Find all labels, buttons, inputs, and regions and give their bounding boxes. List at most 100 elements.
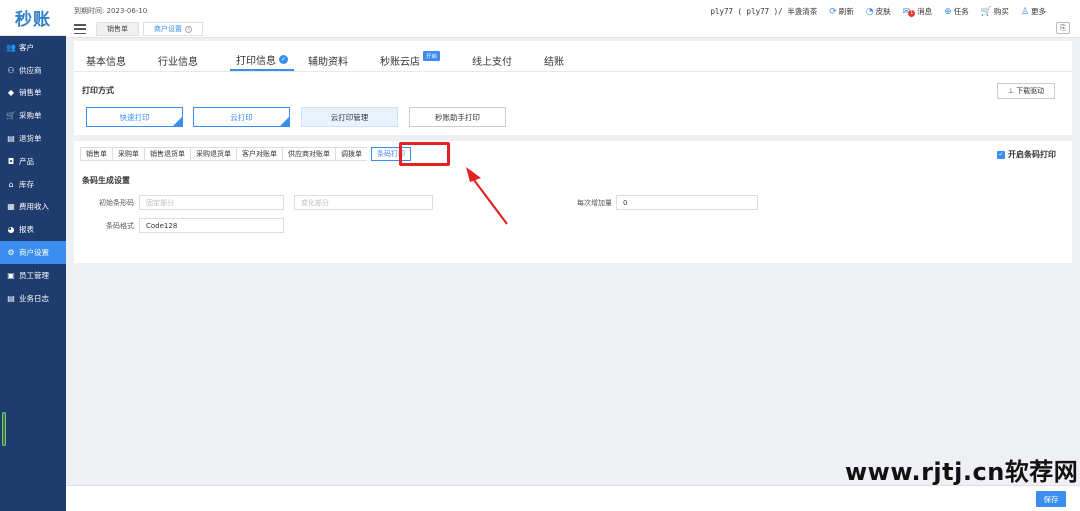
sidebar-item-label: 员工管理 [19, 270, 49, 280]
app-logo[interactable]: 秒账 [0, 0, 66, 36]
sidebar-item-reports[interactable]: ◕ 报表 [0, 218, 66, 241]
sidebar-item-label: 费用收入 [19, 202, 49, 212]
tab-basic-info[interactable]: 基本信息 [86, 49, 140, 71]
fixed-part-input[interactable]: 固定部分 [139, 195, 284, 210]
save-button[interactable]: 保存 [1036, 491, 1066, 507]
staff-icon: ▣ [7, 270, 15, 280]
watermark: www.rjtj.cn软荐网 [845, 458, 1079, 486]
warehouse-icon: ⌂ [8, 179, 14, 189]
supplier-icon: ⚇ [7, 65, 15, 75]
log-icon: ▤ [7, 293, 15, 303]
print-subsection: 销售单 采购单 销售退货单 采购退货单 客户对账单 供应商对账单 调拨单 条码打… [74, 135, 1072, 263]
sidebar-item-sales-orders[interactable]: ◆ 销售单 [0, 82, 66, 105]
tab-checkout[interactable]: 结账 [544, 49, 578, 71]
download-driver-button[interactable]: ⊥ 下载驱动 [997, 83, 1055, 99]
checkbox-checked-icon[interactable]: ✓ [997, 150, 1005, 159]
expire-date: 到期时间: 2023-06-10 [74, 7, 148, 15]
sidebar-item-label: 库存 [19, 179, 34, 189]
page-tab-sales[interactable]: 销售单 [96, 22, 139, 36]
sidebar-item-return-orders[interactable]: ▤ 退货单 [0, 127, 66, 150]
subtab-purchase-order[interactable]: 采购单 [112, 147, 144, 161]
subtab-supplier-statement[interactable]: 供应商对账单 [282, 147, 335, 161]
screen-toggle-icon[interactable]: ⎘ [1056, 22, 1070, 34]
barcode-settings-title: 条码生成设置 [82, 176, 130, 185]
sidebar-item-purchase-orders[interactable]: 🛒 采购单 [0, 104, 66, 127]
page-tabs: 销售单 商户设置 × [74, 22, 207, 36]
buy-button[interactable]: 🛒 购买 [981, 6, 1009, 17]
selected-corner-icon [280, 117, 289, 126]
subtab-customer-statement[interactable]: 客户对账单 [236, 147, 282, 161]
check-circle-icon: ✓ [279, 54, 288, 64]
subtab-transfer-order[interactable]: 调拨单 [335, 147, 367, 161]
sidebar-item-label: 销售单 [19, 88, 42, 98]
initial-barcode-label: 初始条形码 [99, 199, 134, 207]
sidebar-item-expense-income[interactable]: ▦ 费用收入 [0, 196, 66, 219]
barcode-format-label: 条码格式 [106, 222, 134, 230]
sidebar-item-label: 客户 [19, 42, 34, 52]
bottom-bar: 保存 [66, 485, 1080, 511]
sidebar-item-business-log[interactable]: ▤ 业务日志 [0, 287, 66, 310]
chart-icon: ◕ [7, 225, 15, 235]
enabled-tag: 开启 [423, 51, 441, 61]
sidebar-item-products[interactable]: ◘ 产品 [0, 150, 66, 173]
tab-cloud-store[interactable]: 秒账云店 开启 [380, 49, 454, 71]
selected-corner-icon [173, 117, 182, 126]
highlight-box [399, 142, 450, 166]
sidebar-item-inventory[interactable]: ⌂ 库存 [0, 173, 66, 196]
sidebar-scrollbar[interactable] [2, 412, 6, 446]
print-method-title: 打印方式 [82, 86, 114, 95]
task-button[interactable]: ⊕ 任务 [944, 6, 969, 17]
sidebar: 秒账 👥 客户 ⚇ 供应商 ◆ 销售单 🛒 采购单 ▤ 退货单 ◘ 产品 ⌂ 库存 ▦ 费用收入 ◕ 报表 ⚙ 商户设… [0, 0, 66, 511]
refresh-icon: ⟳ [829, 6, 837, 17]
message-button[interactable]: ✉ 1 消息 [903, 6, 932, 17]
top-actions: ply77 ( ply77 )/ 半盏清茶 ⟳ 刷新 ◔ 皮肤 ✉ 1 消息 ⊕ 任务 🛒… [710, 6, 1046, 17]
cloud-print-manage-button[interactable]: 云打印管理 [301, 107, 398, 127]
increment-label: 每次增加量 [577, 199, 612, 207]
increment-input[interactable]: 0 [616, 195, 758, 210]
skin-button[interactable]: ◔ 皮肤 [866, 6, 891, 17]
sidebar-item-label: 报表 [19, 225, 34, 235]
message-badge: 1 [908, 10, 916, 17]
sidebar-item-label: 产品 [19, 156, 34, 166]
subtab-sales-order[interactable]: 销售单 [80, 147, 112, 161]
more-button[interactable]: ♙ 更多 [1021, 6, 1046, 17]
settings-tabs: 基本信息 行业信息 打印信息 ✓ 辅助资料 秒账云店 开启 线上支付 结账 [86, 49, 596, 71]
cart-icon: 🛒 [980, 6, 992, 17]
gear-icon: ⚙ [7, 248, 15, 258]
tab-online-payment[interactable]: 线上支付 [472, 49, 526, 71]
page-tab-merchant-settings[interactable]: 商户设置 × [143, 22, 203, 36]
sidebar-item-suppliers[interactable]: ⚇ 供应商 [0, 59, 66, 82]
money-icon: ▦ [7, 202, 15, 212]
sidebar-item-label: 业务日志 [19, 293, 49, 303]
settings-panel: 基本信息 行业信息 打印信息 ✓ 辅助资料 秒账云店 开启 线上支付 结账 打印方式… [74, 41, 1072, 263]
variable-part-input[interactable]: 变化部分 [294, 195, 433, 210]
subtab-sales-return[interactable]: 销售退货单 [144, 147, 190, 161]
enable-barcode-toggle[interactable]: ✓ 开启条码打印 [997, 149, 1056, 160]
sidebar-item-label: 采购单 [19, 111, 42, 121]
barcode-format-input[interactable]: Code128 [139, 218, 284, 233]
cart-icon: 🛒 [6, 111, 16, 121]
sidebar-item-label: 退货单 [19, 134, 42, 144]
quick-print-button[interactable]: 快速打印 [86, 107, 183, 127]
sidebar-item-staff-management[interactable]: ▣ 员工管理 [0, 264, 66, 287]
tab-auxiliary-data[interactable]: 辅助资料 [308, 49, 362, 71]
task-icon: ⊕ [944, 6, 952, 17]
sidebar-item-label: 供应商 [19, 65, 42, 75]
close-tab-icon[interactable]: × [185, 25, 192, 33]
skin-icon: ◔ [865, 6, 874, 17]
sidebar-item-customers[interactable]: 👥 客户 [0, 36, 66, 59]
sidebar-item-merchant-settings[interactable]: ⚙ 商户设置 [0, 241, 66, 264]
tag-icon: ◆ [7, 88, 15, 98]
users-icon: 👥 [6, 42, 16, 52]
tab-industry-info[interactable]: 行业信息 [158, 49, 212, 71]
subtab-purchase-return[interactable]: 采购退货单 [190, 147, 236, 161]
refresh-button[interactable]: ⟳ 刷新 [829, 6, 854, 17]
user-icon: ♙ [1020, 6, 1029, 17]
menu-toggle-icon[interactable] [74, 24, 86, 34]
tab-print-info[interactable]: 打印信息 ✓ [230, 49, 294, 71]
product-icon: ◘ [7, 156, 15, 166]
document-type-tabs: 销售单 采购单 销售退货单 采购退货单 客户对账单 供应商对账单 调拨单 条码打… [80, 147, 411, 161]
top-bar: 到期时间: 2023-06-10 销售单 商户设置 × ply77 ( ply77… [66, 0, 1080, 38]
assistant-print-button[interactable]: 秒账助手打印 [409, 107, 506, 127]
cloud-print-button[interactable]: 云打印 [193, 107, 290, 127]
